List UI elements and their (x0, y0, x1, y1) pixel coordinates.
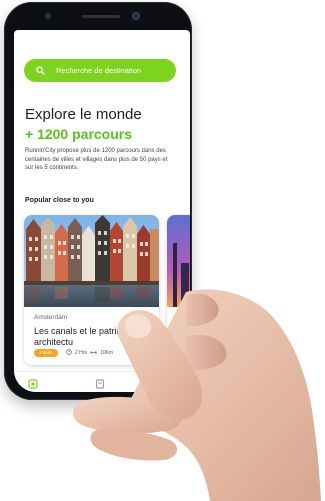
search-icon (30, 59, 50, 82)
route-duration: 2 Hrs (75, 350, 87, 356)
route-card-partial[interactable]: Je Co (167, 215, 190, 365)
phone-top-bar (4, 2, 192, 28)
card-city: Amsterdam (34, 314, 68, 321)
explore-nav-icon[interactable] (28, 376, 38, 392)
city-night-image (167, 215, 190, 307)
destination-search-bar[interactable]: Recherche de destination (24, 59, 176, 82)
route-distance: 10Km (99, 350, 114, 356)
hero-title: Explore le monde (25, 106, 142, 123)
front-camera (132, 12, 140, 20)
card-title: Co (175, 326, 187, 336)
hero-description: Runnin'City propose plus de 1200 parcour… (25, 148, 168, 171)
scene: Recherche de destination Explore le mond… (0, 0, 325, 501)
difficulty-badge: Facile (34, 349, 58, 357)
phone-frame: Recherche de destination Explore le mond… (4, 2, 192, 400)
route-meta: 2 Hrs 10Km (66, 349, 113, 357)
earpiece-speaker (82, 15, 120, 18)
amsterdam-canal-houses-image (24, 215, 159, 307)
popular-section-title: Popular close to you (25, 197, 94, 204)
app-screen: Recherche de destination Explore le mond… (14, 30, 190, 392)
bottom-navigation (14, 371, 190, 392)
hero-subtitle: + 1200 parcours (25, 126, 133, 142)
sensor-dot (45, 13, 51, 19)
search-placeholder[interactable]: Recherche de destination (56, 66, 141, 75)
card-city: Je (175, 314, 182, 321)
card-title: Les canals et le patrimoine architectu (34, 326, 142, 347)
routes-nav-icon[interactable] (95, 376, 105, 392)
clock-icon (66, 349, 72, 357)
distance-icon (90, 350, 97, 357)
route-card-amsterdam[interactable]: Amsterdam Les canals et le patrimoine ar… (24, 215, 159, 365)
